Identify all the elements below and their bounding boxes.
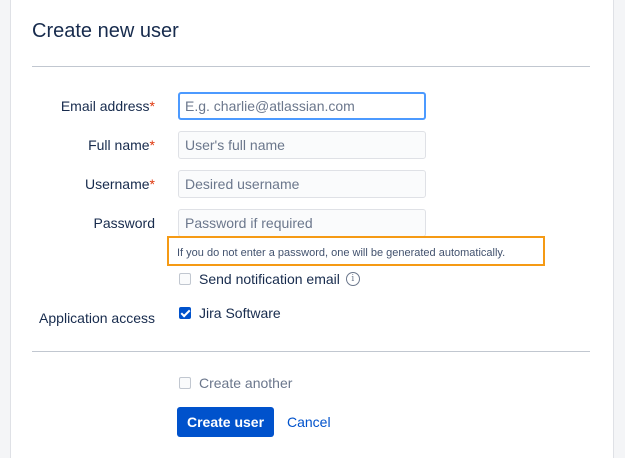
create-user-button[interactable]: Create user <box>177 407 275 437</box>
email-input[interactable] <box>178 92 426 120</box>
cancel-link[interactable]: Cancel <box>287 414 331 430</box>
required-marker: * <box>149 176 155 192</box>
send-notification-row: Send notification email i <box>179 271 360 287</box>
dialog-title: Create new user <box>32 20 179 42</box>
username-label: Username* <box>84 176 155 192</box>
full-name-input[interactable] <box>178 131 426 159</box>
info-icon[interactable]: i <box>345 272 360 286</box>
jira-software-label[interactable]: Jira Software <box>199 305 281 321</box>
send-notification-label[interactable]: Send notification email <box>199 271 340 287</box>
password-input[interactable] <box>178 209 426 237</box>
password-label: Password <box>93 215 155 231</box>
create-another-label[interactable]: Create another <box>199 375 292 391</box>
jira-software-checkbox[interactable] <box>179 307 191 319</box>
full-name-label: Full name* <box>88 137 155 153</box>
email-label: Email address* <box>60 98 155 114</box>
create-user-dialog: Create new user Email address* Full name… <box>10 0 614 458</box>
password-hint: If you do not enter a password, one will… <box>167 236 545 266</box>
footer-divider <box>32 351 590 352</box>
send-notification-checkbox[interactable] <box>179 273 191 285</box>
required-marker: * <box>149 137 155 153</box>
username-input[interactable] <box>178 170 426 198</box>
header-divider <box>32 66 590 67</box>
required-marker: * <box>149 98 155 114</box>
create-another-checkbox[interactable] <box>179 377 191 389</box>
application-access-label: Application access <box>39 310 155 326</box>
create-another-row: Create another <box>179 375 292 391</box>
jira-software-row: Jira Software <box>179 305 281 321</box>
